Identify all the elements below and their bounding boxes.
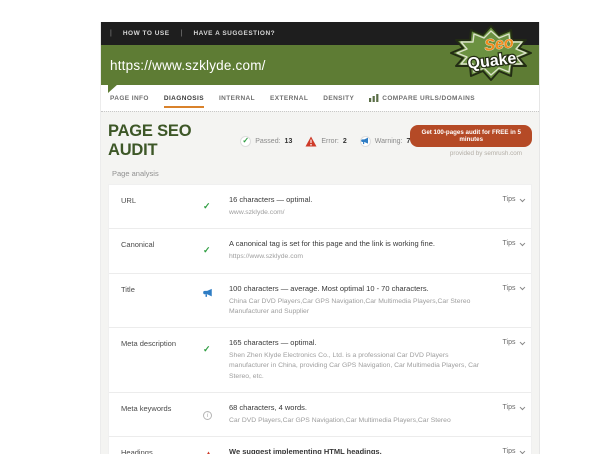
- error-label: Error:: [321, 138, 339, 145]
- row-subtext: https://www.szklyde.com: [229, 252, 487, 262]
- tab-internal[interactable]: INTERNAL: [219, 89, 255, 108]
- audited-url[interactable]: https://www.szklyde.com/: [101, 58, 266, 73]
- provided-by-text: provided by semrush.com: [450, 150, 532, 157]
- passed-check-icon: ✓: [203, 201, 211, 211]
- seoquake-window: HOW TO USE HAVE A SUGGESTION? https://ww…: [100, 22, 540, 454]
- tips-toggle[interactable]: Tips: [503, 447, 523, 454]
- table-row-canonical: Canonical ✓ A canonical tag is set for t…: [109, 228, 531, 272]
- row-label: Canonical: [121, 239, 203, 249]
- row-label: Title: [121, 284, 203, 294]
- table-row-url: URL ✓ 16 characters — optimal. www.szkly…: [109, 185, 531, 228]
- chevron-down-icon: [519, 285, 524, 290]
- warning-megaphone-icon: [203, 288, 213, 298]
- tips-toggle[interactable]: Tips: [503, 239, 523, 247]
- row-text: 165 characters — optimal.: [229, 338, 487, 348]
- chevron-down-icon: [519, 339, 524, 344]
- passed-check-icon: ✓: [203, 245, 211, 255]
- table-row-meta-description: Meta description ✓ 165 characters — opti…: [109, 327, 531, 392]
- content-area: PAGE SEO AUDIT ✓ Passed: 13 Error:: [101, 111, 539, 454]
- chevron-down-icon: [519, 241, 524, 246]
- separator: [181, 30, 183, 37]
- tab-external[interactable]: EXTERNAL: [270, 89, 308, 108]
- row-subtext: China Car DVD Players,Car GPS Navigation…: [229, 297, 487, 317]
- tab-compare-urls-domains[interactable]: COMPARE URLS/DOMAINS: [369, 88, 475, 108]
- passed-value: 13: [285, 138, 293, 145]
- analysis-table: URL ✓ 16 characters — optimal. www.szkly…: [108, 184, 532, 454]
- url-bar-tail: [108, 84, 118, 93]
- chevron-down-icon: [519, 404, 524, 409]
- separator: [110, 30, 112, 37]
- bar-chart-icon: [369, 94, 379, 102]
- tips-toggle[interactable]: Tips: [503, 403, 523, 411]
- cta-wrap: Get 100-pages audit for FREE in 5 minute…: [410, 125, 532, 157]
- table-row-meta-keywords: Meta keywords i 68 characters, 4 words. …: [109, 392, 531, 436]
- info-icon: i: [203, 411, 212, 420]
- row-subtext: www.szklyde.com/: [229, 208, 487, 218]
- row-text: 16 characters — optimal.: [229, 195, 487, 205]
- row-label: URL: [121, 195, 203, 205]
- row-subtext: Shen Zhen Klyde Electronics Co., Ltd. is…: [229, 351, 487, 382]
- error-triangle-icon: [305, 136, 317, 147]
- tab-diagnosis[interactable]: DIAGNOSIS: [164, 89, 204, 108]
- error-value: 2: [343, 138, 347, 145]
- warning-megaphone-icon: [360, 136, 371, 147]
- chevron-down-icon: [519, 448, 524, 453]
- row-label: Headings: [121, 447, 203, 454]
- audit-header: PAGE SEO AUDIT ✓ Passed: 13 Error:: [108, 122, 532, 160]
- row-text: 68 characters, 4 words.: [229, 403, 487, 413]
- passed-check-icon: ✓: [203, 344, 211, 354]
- audit-stats: ✓ Passed: 13 Error: 2: [240, 136, 410, 147]
- tips-toggle[interactable]: Tips: [503, 195, 523, 203]
- table-row-headings: Headings We suggest implementing HTML he…: [109, 436, 531, 454]
- row-subtext: Car DVD Players,Car GPS Navigation,Car M…: [229, 416, 487, 426]
- page-analysis-heading: Page analysis: [112, 169, 532, 178]
- get-audit-button[interactable]: Get 100-pages audit for FREE in 5 minute…: [410, 125, 532, 147]
- row-text: 100 characters — average. Most optimal 1…: [229, 284, 487, 294]
- row-label: Meta keywords: [121, 403, 203, 413]
- table-row-title: Title 100 characters — average. Most opt…: [109, 273, 531, 328]
- tab-density[interactable]: DENSITY: [323, 89, 354, 108]
- warning-label: Warning:: [375, 138, 403, 145]
- page-background: HOW TO USE HAVE A SUGGESTION? https://ww…: [0, 0, 600, 454]
- seoquake-logo: Seo Quake: [448, 24, 534, 84]
- tips-toggle[interactable]: Tips: [503, 338, 523, 346]
- passed-stat: ✓ Passed: 13: [240, 136, 292, 147]
- warning-stat: Warning: 7: [360, 136, 411, 147]
- page-title: PAGE SEO AUDIT: [108, 122, 224, 160]
- row-label: Meta description: [121, 338, 203, 348]
- passed-label: Passed:: [255, 138, 280, 145]
- error-stat: Error: 2: [305, 136, 346, 147]
- have-a-suggestion-link[interactable]: HAVE A SUGGESTION?: [193, 30, 275, 37]
- tips-toggle[interactable]: Tips: [503, 284, 523, 292]
- passed-check-icon: ✓: [240, 136, 251, 147]
- chevron-down-icon: [519, 196, 524, 201]
- tabs-bar: PAGE INFO DIAGNOSIS INTERNAL EXTERNAL DE…: [101, 85, 539, 111]
- row-text: A canonical tag is set for this page and…: [229, 239, 487, 249]
- how-to-use-link[interactable]: HOW TO USE: [123, 30, 170, 37]
- row-text: We suggest implementing HTML headings.: [229, 447, 487, 454]
- tab-compare-label: COMPARE URLS/DOMAINS: [382, 95, 475, 102]
